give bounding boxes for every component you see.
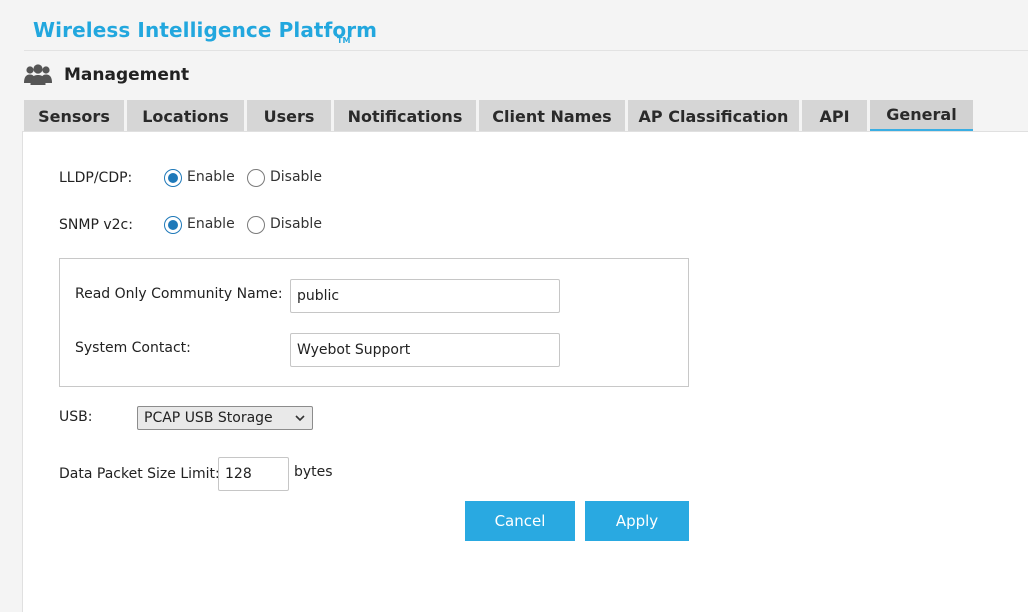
brand-bar: Wireless Intelligence Platform TM [24,0,1028,51]
cancel-button[interactable]: Cancel [465,501,575,541]
snmp-disable-label[interactable]: Disable [270,216,322,232]
section-header: Management [24,60,189,90]
usb-select[interactable]: PCAP USB Storage [137,406,313,430]
brand-title: Wireless Intelligence Platform [33,18,378,42]
chevron-down-icon [294,412,306,428]
packet-size-unit: bytes [294,464,333,480]
tab-users[interactable]: Users [247,100,331,132]
system-contact-input[interactable]: Wyebot Support [290,333,560,367]
packet-size-input[interactable]: 128 [218,457,289,491]
tab-ap-classification[interactable]: AP Classification [628,100,799,132]
tab-api[interactable]: API [802,100,867,132]
lldp-disable-label[interactable]: Disable [270,169,322,185]
snmp-enable-label[interactable]: Enable [187,216,235,232]
contact-label: System Contact: [75,340,191,356]
snmp-settings-box: Read Only Community Name: public System … [59,258,689,387]
users-group-icon [24,63,52,87]
snmp-label: SNMP v2c: [59,217,133,233]
packet-size-label: Data Packet Size Limit: [59,466,220,482]
general-settings-panel: LLDP/CDP: Enable Disable SNMP v2c: Enabl… [22,131,1028,612]
apply-button[interactable]: Apply [585,501,689,541]
tab-notifications[interactable]: Notifications [334,100,476,132]
tab-client-names[interactable]: Client Names [479,100,625,132]
lldp-enable-radio[interactable] [164,169,182,187]
community-label: Read Only Community Name: [75,286,283,302]
lldp-disable-radio[interactable] [247,169,265,187]
usb-select-value: PCAP USB Storage [144,410,273,426]
snmp-disable-radio[interactable] [247,216,265,234]
usb-label: USB: [59,409,93,425]
page-title: Management [64,65,190,85]
trademark: TM [337,36,351,45]
community-name-input[interactable]: public [290,279,560,313]
tab-general[interactable]: General [870,100,973,132]
snmp-enable-radio[interactable] [164,216,182,234]
lldp-enable-label[interactable]: Enable [187,169,235,185]
tab-locations[interactable]: Locations [127,100,244,132]
tab-sensors[interactable]: Sensors [24,100,124,132]
lldp-label: LLDP/CDP: [59,170,133,186]
